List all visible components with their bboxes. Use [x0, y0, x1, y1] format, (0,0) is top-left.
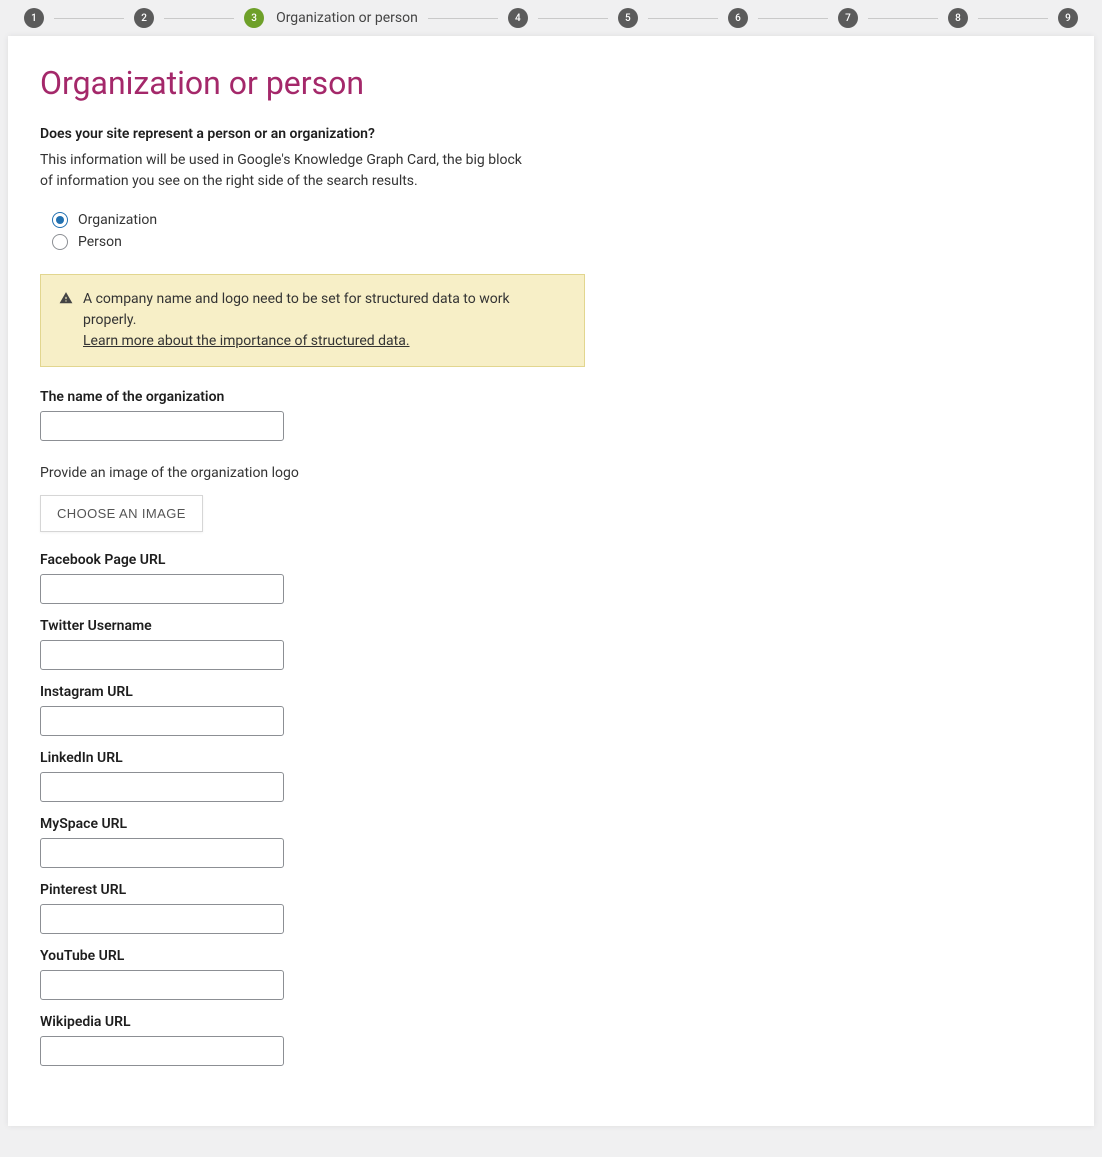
- myspace-input[interactable]: [40, 838, 284, 868]
- step-6-circle: 6: [728, 8, 748, 28]
- step-1[interactable]: 1: [24, 8, 44, 28]
- myspace-label: MySpace URL: [40, 816, 1062, 832]
- step-7[interactable]: 7: [838, 8, 858, 28]
- step-7-circle: 7: [838, 8, 858, 28]
- entity-type-radio-group: Organization Person: [52, 212, 1062, 250]
- warning-alert: A company name and logo need to be set f…: [40, 274, 585, 367]
- organization-radio[interactable]: [52, 212, 68, 228]
- twitter-label: Twitter Username: [40, 618, 1062, 634]
- step-3[interactable]: 3 Organization or person: [244, 8, 418, 28]
- step-4[interactable]: 4: [508, 8, 528, 28]
- step-connector: [868, 18, 938, 19]
- step-connector: [758, 18, 828, 19]
- step-4-circle: 4: [508, 8, 528, 28]
- instagram-input[interactable]: [40, 706, 284, 736]
- org-name-label: The name of the organization: [40, 389, 1062, 405]
- step-8-circle: 8: [948, 8, 968, 28]
- step-connector: [538, 18, 608, 19]
- step-5-circle: 5: [618, 8, 638, 28]
- warning-icon: [59, 291, 73, 309]
- step-2-circle: 2: [134, 8, 154, 28]
- pinterest-input[interactable]: [40, 904, 284, 934]
- wizard-stepper: 1 2 3 Organization or person 4 5 6 7 8 9: [0, 0, 1102, 36]
- step-connector: [648, 18, 718, 19]
- step-3-circle: 3: [244, 8, 264, 28]
- logo-prompt: Provide an image of the organization log…: [40, 465, 1062, 481]
- step-connector: [164, 18, 234, 19]
- page-title: Organization or person: [40, 64, 1062, 102]
- question-text: Does your site represent a person or an …: [40, 126, 1062, 142]
- step-1-circle: 1: [24, 8, 44, 28]
- person-radio-label[interactable]: Person: [78, 234, 122, 250]
- description-text: This information will be used in Google'…: [40, 150, 530, 192]
- facebook-label: Facebook Page URL: [40, 552, 1062, 568]
- wikipedia-input[interactable]: [40, 1036, 284, 1066]
- step-2[interactable]: 2: [134, 8, 154, 28]
- wikipedia-label: Wikipedia URL: [40, 1014, 1062, 1030]
- step-8[interactable]: 8: [948, 8, 968, 28]
- step-3-label: Organization or person: [276, 10, 418, 26]
- organization-radio-label[interactable]: Organization: [78, 212, 157, 228]
- org-name-input[interactable]: [40, 411, 284, 441]
- step-connector: [54, 18, 124, 19]
- step-connector: [978, 18, 1048, 19]
- alert-learn-more-link[interactable]: Learn more about the importance of struc…: [83, 333, 410, 349]
- linkedin-input[interactable]: [40, 772, 284, 802]
- instagram-label: Instagram URL: [40, 684, 1062, 700]
- youtube-input[interactable]: [40, 970, 284, 1000]
- main-card: Organization or person Does your site re…: [8, 36, 1094, 1126]
- choose-image-button[interactable]: CHOOSE AN IMAGE: [40, 495, 203, 532]
- linkedin-label: LinkedIn URL: [40, 750, 1062, 766]
- step-6[interactable]: 6: [728, 8, 748, 28]
- step-9[interactable]: 9: [1058, 8, 1078, 28]
- twitter-input[interactable]: [40, 640, 284, 670]
- youtube-label: YouTube URL: [40, 948, 1062, 964]
- step-5[interactable]: 5: [618, 8, 638, 28]
- pinterest-label: Pinterest URL: [40, 882, 1062, 898]
- step-9-circle: 9: [1058, 8, 1078, 28]
- facebook-input[interactable]: [40, 574, 284, 604]
- step-connector: [428, 18, 498, 19]
- alert-message: A company name and logo need to be set f…: [83, 291, 510, 328]
- person-radio[interactable]: [52, 234, 68, 250]
